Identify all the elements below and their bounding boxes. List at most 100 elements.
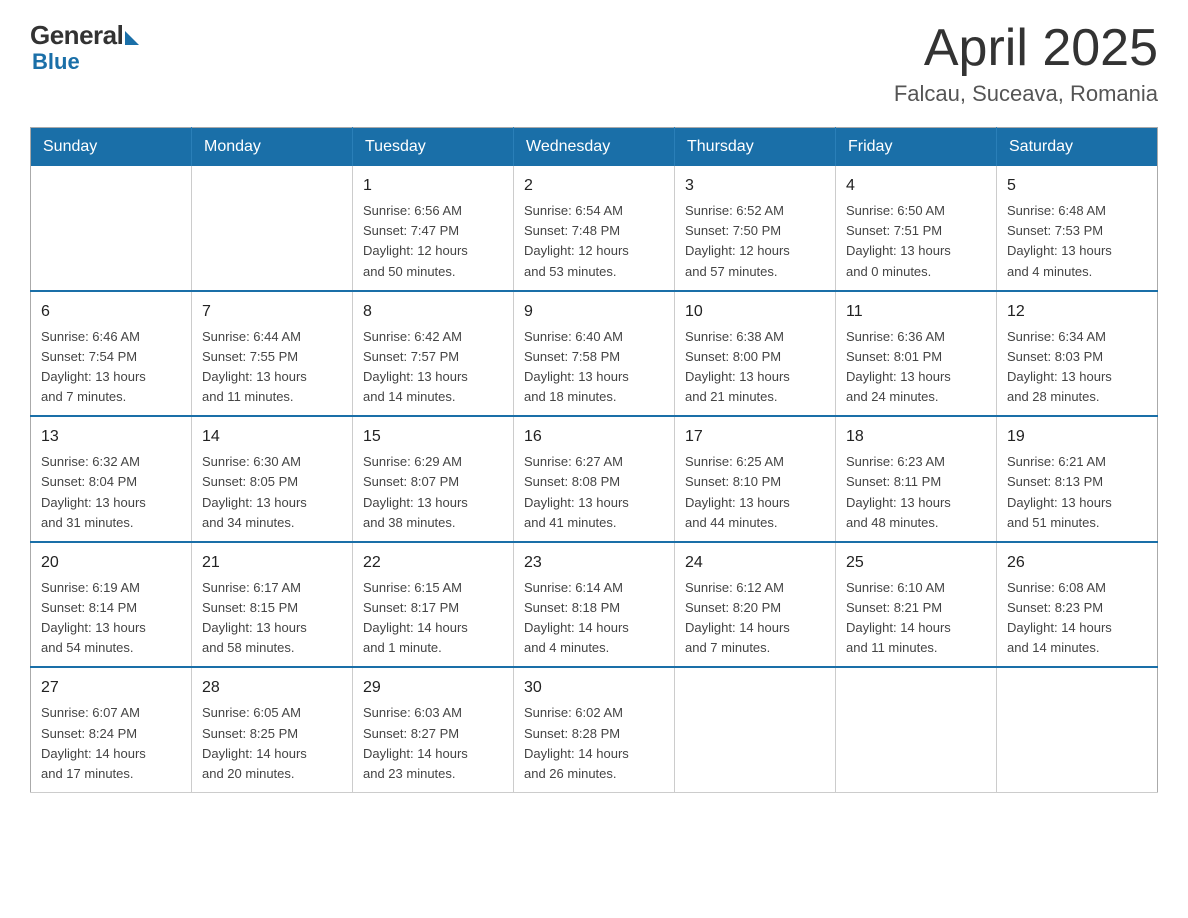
calendar-cell: 7 Sunrise: 6:44 AM Sunset: 7:55 PM Daylig… xyxy=(192,291,353,417)
day-number: 14 xyxy=(202,425,342,449)
logo-arrow-icon xyxy=(125,31,139,45)
day-number: 16 xyxy=(524,425,664,449)
day-info: Sunrise: 6:54 AM Sunset: 7:48 PM Dayligh… xyxy=(524,201,664,282)
day-info: Sunrise: 6:34 AM Sunset: 8:03 PM Dayligh… xyxy=(1007,327,1147,408)
day-number: 1 xyxy=(363,174,503,198)
week-row-5: 27 Sunrise: 6:07 AM Sunset: 8:24 PM Dayli… xyxy=(31,667,1158,792)
day-number: 26 xyxy=(1007,551,1147,575)
calendar-cell: 1 Sunrise: 6:56 AM Sunset: 7:47 PM Daylig… xyxy=(353,166,514,291)
day-number: 25 xyxy=(846,551,986,575)
calendar-cell: 17 Sunrise: 6:25 AM Sunset: 8:10 PM Dayli… xyxy=(675,416,836,542)
day-number: 19 xyxy=(1007,425,1147,449)
day-info: Sunrise: 6:17 AM Sunset: 8:15 PM Dayligh… xyxy=(202,578,342,659)
day-number: 13 xyxy=(41,425,181,449)
day-info: Sunrise: 6:40 AM Sunset: 7:58 PM Dayligh… xyxy=(524,327,664,408)
day-number: 3 xyxy=(685,174,825,198)
calendar-cell: 24 Sunrise: 6:12 AM Sunset: 8:20 PM Dayli… xyxy=(675,542,836,668)
day-number: 5 xyxy=(1007,174,1147,198)
calendar-cell: 19 Sunrise: 6:21 AM Sunset: 8:13 PM Dayli… xyxy=(997,416,1158,542)
calendar-cell: 8 Sunrise: 6:42 AM Sunset: 7:57 PM Daylig… xyxy=(353,291,514,417)
calendar-cell: 14 Sunrise: 6:30 AM Sunset: 8:05 PM Dayli… xyxy=(192,416,353,542)
day-info: Sunrise: 6:50 AM Sunset: 7:51 PM Dayligh… xyxy=(846,201,986,282)
day-number: 24 xyxy=(685,551,825,575)
day-number: 18 xyxy=(846,425,986,449)
day-number: 28 xyxy=(202,676,342,700)
title-section: April 2025 Falcau, Suceava, Romania xyxy=(894,20,1158,107)
day-info: Sunrise: 6:42 AM Sunset: 7:57 PM Dayligh… xyxy=(363,327,503,408)
calendar-cell: 13 Sunrise: 6:32 AM Sunset: 8:04 PM Dayli… xyxy=(31,416,192,542)
day-number: 6 xyxy=(41,300,181,324)
calendar-cell: 11Sunrise: 6:36 AM Sunset: 8:01 PM Dayli… xyxy=(836,291,997,417)
calendar-cell: 23Sunrise: 6:14 AM Sunset: 8:18 PM Dayli… xyxy=(514,542,675,668)
week-row-4: 20Sunrise: 6:19 AM Sunset: 8:14 PM Dayli… xyxy=(31,542,1158,668)
calendar-cell xyxy=(997,667,1158,792)
calendar-cell: 4Sunrise: 6:50 AM Sunset: 7:51 PM Daylig… xyxy=(836,166,997,291)
weekday-header-friday: Friday xyxy=(836,128,997,167)
day-info: Sunrise: 6:03 AM Sunset: 8:27 PM Dayligh… xyxy=(363,703,503,784)
day-info: Sunrise: 6:25 AM Sunset: 8:10 PM Dayligh… xyxy=(685,452,825,533)
day-number: 23 xyxy=(524,551,664,575)
day-info: Sunrise: 6:32 AM Sunset: 8:04 PM Dayligh… xyxy=(41,452,181,533)
day-number: 20 xyxy=(41,551,181,575)
day-info: Sunrise: 6:02 AM Sunset: 8:28 PM Dayligh… xyxy=(524,703,664,784)
logo-general-text: General xyxy=(30,20,123,51)
weekday-header-tuesday: Tuesday xyxy=(353,128,514,167)
calendar-cell: 25Sunrise: 6:10 AM Sunset: 8:21 PM Dayli… xyxy=(836,542,997,668)
month-title: April 2025 xyxy=(894,20,1158,77)
week-row-2: 6 Sunrise: 6:46 AM Sunset: 7:54 PM Daylig… xyxy=(31,291,1158,417)
day-info: Sunrise: 6:21 AM Sunset: 8:13 PM Dayligh… xyxy=(1007,452,1147,533)
day-number: 22 xyxy=(363,551,503,575)
calendar-cell: 15 Sunrise: 6:29 AM Sunset: 8:07 PM Dayli… xyxy=(353,416,514,542)
calendar-cell: 21 Sunrise: 6:17 AM Sunset: 8:15 PM Dayli… xyxy=(192,542,353,668)
calendar-cell: 16Sunrise: 6:27 AM Sunset: 8:08 PM Dayli… xyxy=(514,416,675,542)
calendar-cell: 5Sunrise: 6:48 AM Sunset: 7:53 PM Daylig… xyxy=(997,166,1158,291)
day-info: Sunrise: 6:15 AM Sunset: 8:17 PM Dayligh… xyxy=(363,578,503,659)
calendar-cell: 2 Sunrise: 6:54 AM Sunset: 7:48 PM Daylig… xyxy=(514,166,675,291)
day-number: 7 xyxy=(202,300,342,324)
calendar-cell: 9 Sunrise: 6:40 AM Sunset: 7:58 PM Daylig… xyxy=(514,291,675,417)
day-info: Sunrise: 6:29 AM Sunset: 8:07 PM Dayligh… xyxy=(363,452,503,533)
calendar-table: SundayMondayTuesdayWednesdayThursdayFrid… xyxy=(30,127,1158,793)
day-number: 9 xyxy=(524,300,664,324)
calendar-cell: 12 Sunrise: 6:34 AM Sunset: 8:03 PM Dayli… xyxy=(997,291,1158,417)
day-number: 29 xyxy=(363,676,503,700)
day-number: 10 xyxy=(685,300,825,324)
week-row-3: 13 Sunrise: 6:32 AM Sunset: 8:04 PM Dayli… xyxy=(31,416,1158,542)
calendar-cell: 26Sunrise: 6:08 AM Sunset: 8:23 PM Dayli… xyxy=(997,542,1158,668)
day-info: Sunrise: 6:12 AM Sunset: 8:20 PM Dayligh… xyxy=(685,578,825,659)
calendar-cell xyxy=(192,166,353,291)
location-title: Falcau, Suceava, Romania xyxy=(894,81,1158,107)
day-number: 2 xyxy=(524,174,664,198)
weekday-header-monday: Monday xyxy=(192,128,353,167)
weekday-header-row: SundayMondayTuesdayWednesdayThursdayFrid… xyxy=(31,128,1158,167)
calendar-cell xyxy=(836,667,997,792)
logo: General Blue xyxy=(30,20,139,75)
day-info: Sunrise: 6:05 AM Sunset: 8:25 PM Dayligh… xyxy=(202,703,342,784)
calendar-cell xyxy=(675,667,836,792)
day-number: 21 xyxy=(202,551,342,575)
day-number: 11 xyxy=(846,300,986,324)
weekday-header-wednesday: Wednesday xyxy=(514,128,675,167)
day-info: Sunrise: 6:44 AM Sunset: 7:55 PM Dayligh… xyxy=(202,327,342,408)
calendar-cell: 10 Sunrise: 6:38 AM Sunset: 8:00 PM Dayli… xyxy=(675,291,836,417)
calendar-cell: 3Sunrise: 6:52 AM Sunset: 7:50 PM Daylig… xyxy=(675,166,836,291)
day-info: Sunrise: 6:56 AM Sunset: 7:47 PM Dayligh… xyxy=(363,201,503,282)
day-info: Sunrise: 6:07 AM Sunset: 8:24 PM Dayligh… xyxy=(41,703,181,784)
page-header: General Blue April 2025 Falcau, Suceava,… xyxy=(30,20,1158,107)
day-info: Sunrise: 6:46 AM Sunset: 7:54 PM Dayligh… xyxy=(41,327,181,408)
calendar-cell: 20Sunrise: 6:19 AM Sunset: 8:14 PM Dayli… xyxy=(31,542,192,668)
day-info: Sunrise: 6:30 AM Sunset: 8:05 PM Dayligh… xyxy=(202,452,342,533)
week-row-1: 1 Sunrise: 6:56 AM Sunset: 7:47 PM Daylig… xyxy=(31,166,1158,291)
day-number: 15 xyxy=(363,425,503,449)
calendar-cell: 22 Sunrise: 6:15 AM Sunset: 8:17 PM Dayli… xyxy=(353,542,514,668)
day-number: 27 xyxy=(41,676,181,700)
calendar-cell: 27 Sunrise: 6:07 AM Sunset: 8:24 PM Dayli… xyxy=(31,667,192,792)
weekday-header-thursday: Thursday xyxy=(675,128,836,167)
day-number: 17 xyxy=(685,425,825,449)
day-info: Sunrise: 6:38 AM Sunset: 8:00 PM Dayligh… xyxy=(685,327,825,408)
day-number: 30 xyxy=(524,676,664,700)
day-number: 8 xyxy=(363,300,503,324)
calendar-cell: 29 Sunrise: 6:03 AM Sunset: 8:27 PM Dayli… xyxy=(353,667,514,792)
day-number: 12 xyxy=(1007,300,1147,324)
weekday-header-saturday: Saturday xyxy=(997,128,1158,167)
